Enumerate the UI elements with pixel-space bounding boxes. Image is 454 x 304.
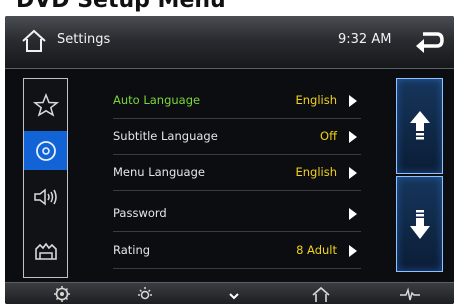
- setting-value: English: [295, 165, 337, 179]
- arrow-up-icon: [409, 111, 430, 140]
- chevron-right-icon: [349, 95, 357, 107]
- chevron-down-icon[interactable]: [223, 285, 245, 303]
- screen-title: Settings: [57, 32, 111, 47]
- page-heading: DVD Setup Menu: [16, 0, 226, 13]
- setting-label: Menu Language: [113, 165, 205, 179]
- settings-screen: Settings 9:32 AM Auto Language English S…: [5, 16, 454, 304]
- back-icon[interactable]: [415, 28, 445, 54]
- home-icon[interactable]: [310, 285, 332, 303]
- scroll-up-button[interactable]: [396, 78, 443, 174]
- setting-value: Off: [320, 129, 337, 143]
- brightness-icon[interactable]: [134, 285, 156, 303]
- clock: 9:32 AM: [338, 32, 392, 47]
- setting-label: Subtitle Language: [113, 129, 218, 143]
- chevron-right-icon: [349, 245, 357, 257]
- speaker-icon: [33, 187, 57, 206]
- top-bar: Settings 9:32 AM: [5, 16, 454, 69]
- car-icon: [34, 242, 57, 260]
- setting-row-password[interactable]: Password: [113, 195, 361, 232]
- sidebar-item-favorites[interactable]: [24, 85, 67, 124]
- setting-row-subtitle-language[interactable]: Subtitle Language Off: [113, 118, 361, 155]
- scroll-down-button[interactable]: [396, 176, 443, 272]
- arrow-down-icon: [409, 210, 430, 239]
- sidebar-item-vehicle[interactable]: [24, 231, 67, 270]
- gear-icon[interactable]: [51, 285, 73, 303]
- setting-row-auto-language[interactable]: Auto Language English: [113, 82, 361, 119]
- waveform-icon[interactable]: [399, 285, 421, 303]
- disc-icon: [35, 140, 56, 161]
- setting-row-menu-language[interactable]: Menu Language English: [113, 154, 361, 191]
- home-icon[interactable]: [20, 28, 48, 54]
- chevron-right-icon: [349, 131, 357, 143]
- sidebar-item-disc[interactable]: [24, 131, 67, 170]
- setting-label: Password: [113, 206, 167, 220]
- star-icon: [32, 92, 59, 117]
- setting-label: Auto Language: [113, 93, 201, 107]
- sidebar-item-audio[interactable]: [24, 177, 67, 216]
- setting-value: English: [295, 93, 337, 107]
- bottom-bar: [5, 282, 454, 304]
- setting-value: 8 Adult: [296, 243, 337, 257]
- setting-row-rating[interactable]: Rating 8 Adult: [113, 232, 361, 269]
- setting-label: Rating: [113, 243, 151, 257]
- sidebar: [23, 78, 68, 278]
- chevron-right-icon: [349, 208, 357, 220]
- chevron-right-icon: [349, 167, 357, 179]
